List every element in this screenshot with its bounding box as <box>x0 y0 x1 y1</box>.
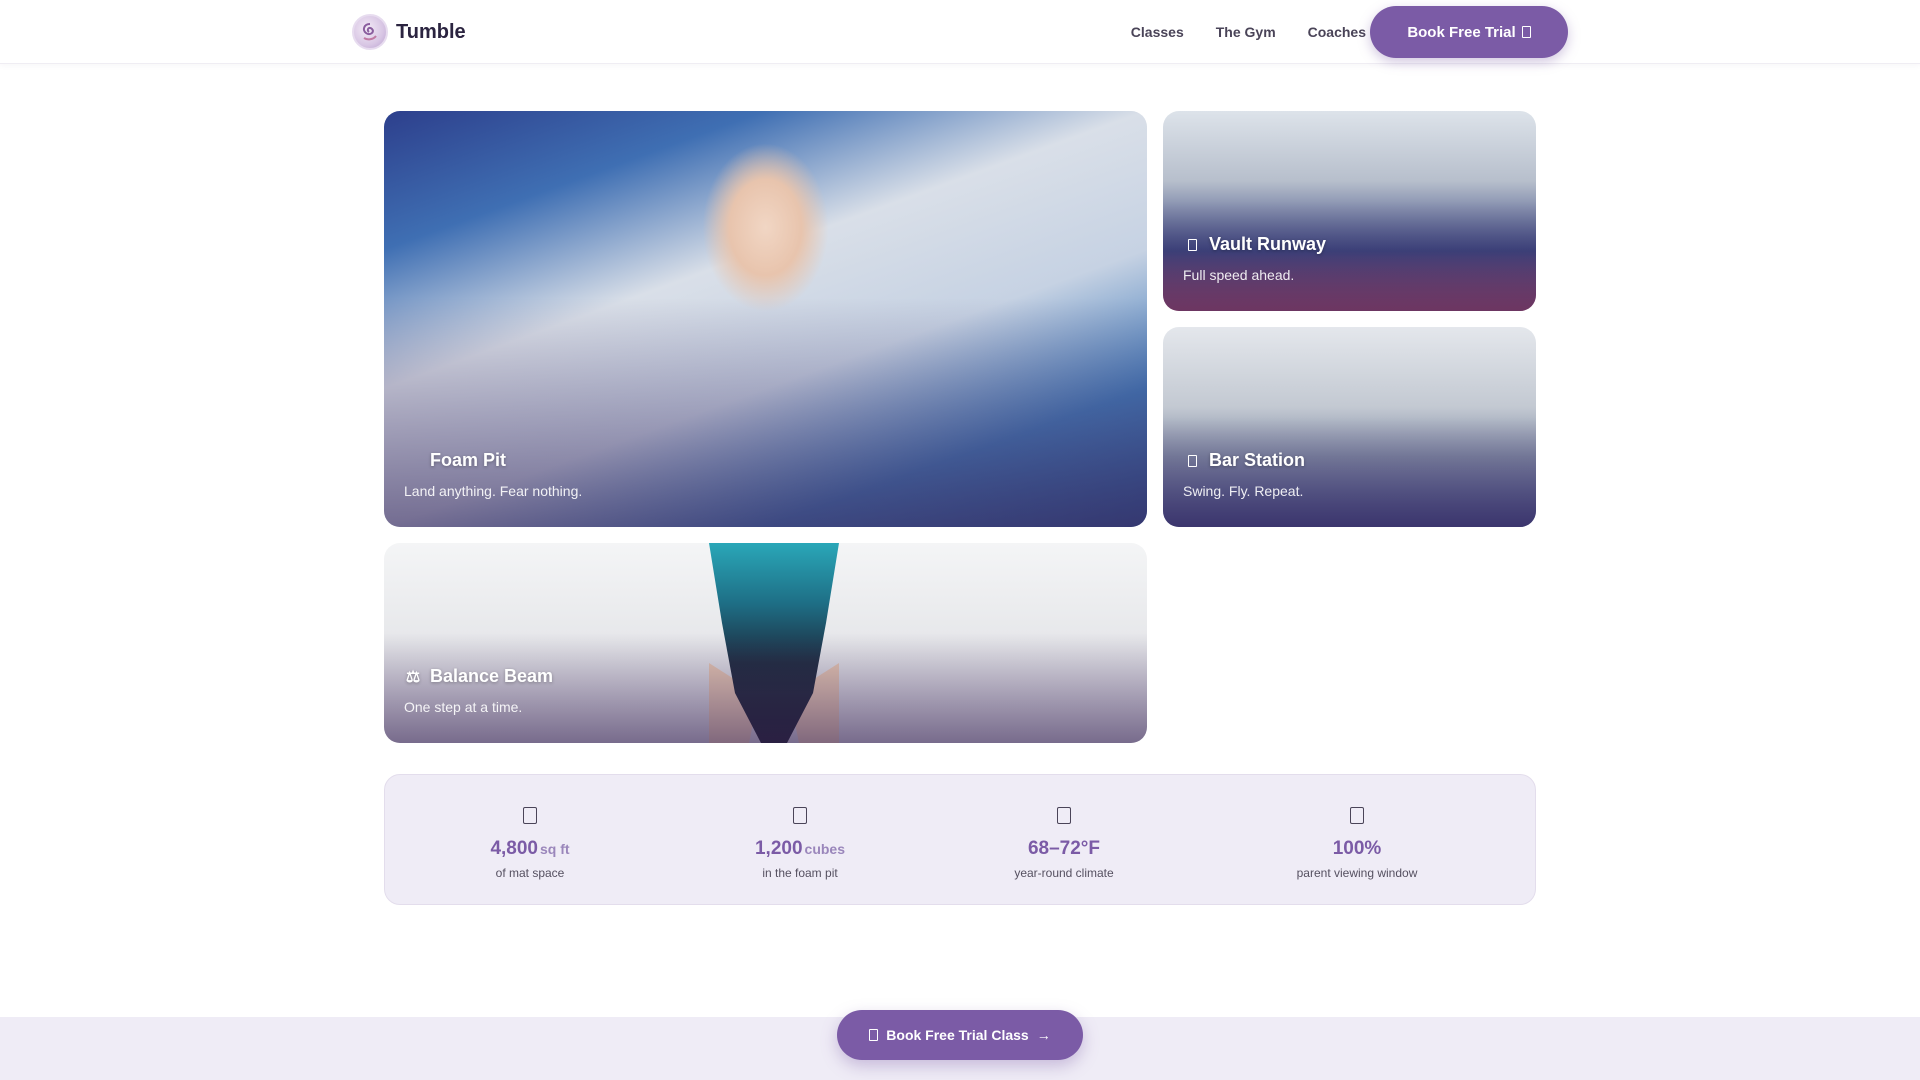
book-free-trial-class-button[interactable]: Book Free Trial Class → <box>837 1010 1083 1060</box>
card-title-text: Foam Pit <box>430 450 507 470</box>
stat-foam-cubes: 1,200 cubes in the foam pit <box>655 775 945 906</box>
nav-link-the-gym[interactable]: The Gym <box>1216 24 1276 40</box>
stat-label: of mat space <box>495 866 565 880</box>
card-subtitle: Swing. Fly. Repeat. <box>1183 483 1304 499</box>
nav-link-coaches[interactable]: Coaches <box>1308 24 1366 40</box>
nav-link-classes[interactable]: Classes <box>1131 24 1184 40</box>
mat-icon <box>523 807 537 824</box>
stat-mat-space: 4,800 sq ft of mat space <box>385 775 675 906</box>
brand-name: Tumble <box>396 20 466 43</box>
card-title-text: Vault Runway <box>1209 234 1327 254</box>
card-title: Vault Runway <box>1183 234 1326 255</box>
stat-climate: 68–72°F year-round climate <box>919 775 1209 906</box>
gallery-card-balance-beam[interactable]: ⚖ Balance Beam One step at a time. <box>384 543 1147 743</box>
card-caption: Foam Pit Land anything. Fear nothing. <box>404 450 582 499</box>
main-nav: Classes The Gym Coaches <box>1131 0 1366 64</box>
bar-icon <box>1183 452 1201 470</box>
card-title-text: Bar Station <box>1209 450 1306 470</box>
stat-label: in the foam pit <box>762 866 838 880</box>
card-title: Foam Pit <box>404 450 582 471</box>
logo[interactable]: Tumble <box>352 14 466 50</box>
stat-value: 68–72°F <box>1027 838 1101 859</box>
calendar-icon <box>869 1029 879 1041</box>
card-title: Bar Station <box>1183 450 1305 471</box>
balance-scale-icon: ⚖ <box>405 668 421 686</box>
card-subtitle: One step at a time. <box>404 699 523 715</box>
arrow-right-icon: → <box>1036 1027 1051 1043</box>
card-subtitle: Land anything. Fear nothing. <box>404 483 583 499</box>
card-title-text: Balance Beam <box>430 666 554 686</box>
stat-value: 4,800 sq ft <box>490 838 570 859</box>
stat-label: parent viewing window <box>1296 866 1418 880</box>
card-caption: Bar Station Swing. Fly. Repeat. <box>1183 450 1305 499</box>
stats-panel: 4,800 sq ft of mat space 1,200 cubes in th… <box>384 774 1536 905</box>
card-title: ⚖ Balance Beam <box>404 666 553 687</box>
eye-icon <box>1350 807 1364 824</box>
stat-viewing-window: 100% parent viewing window <box>1212 775 1502 906</box>
gallery-card-bar-station[interactable]: Bar Station Swing. Fly. Repeat. <box>1163 327 1536 527</box>
stat-label: year-round climate <box>1014 866 1114 880</box>
book-free-trial-class-label: Book Free Trial Class <box>886 1027 1029 1043</box>
book-free-trial-label: Book Free Trial <box>1407 23 1516 41</box>
logo-icon <box>352 14 388 50</box>
runner-icon <box>1183 236 1201 254</box>
card-caption: ⚖ Balance Beam One step at a time. <box>404 666 553 715</box>
card-caption: Vault Runway Full speed ahead. <box>1183 234 1326 283</box>
stat-value: 1,200 cubes <box>754 838 845 859</box>
gallery-card-vault-runway[interactable]: Vault Runway Full speed ahead. <box>1163 111 1536 311</box>
calendar-icon <box>1521 26 1531 38</box>
stat-value: 100% <box>1332 838 1382 859</box>
book-free-trial-button[interactable]: Book Free Trial <box>1370 6 1568 58</box>
cube-icon <box>404 452 422 470</box>
thermometer-icon <box>1057 807 1071 824</box>
cube-icon <box>793 807 807 824</box>
gallery-card-foam-pit[interactable]: Foam Pit Land anything. Fear nothing. <box>384 111 1147 527</box>
site-header: Tumble Classes The Gym Coaches Book Free… <box>0 0 1920 64</box>
card-subtitle: Full speed ahead. <box>1183 267 1295 283</box>
